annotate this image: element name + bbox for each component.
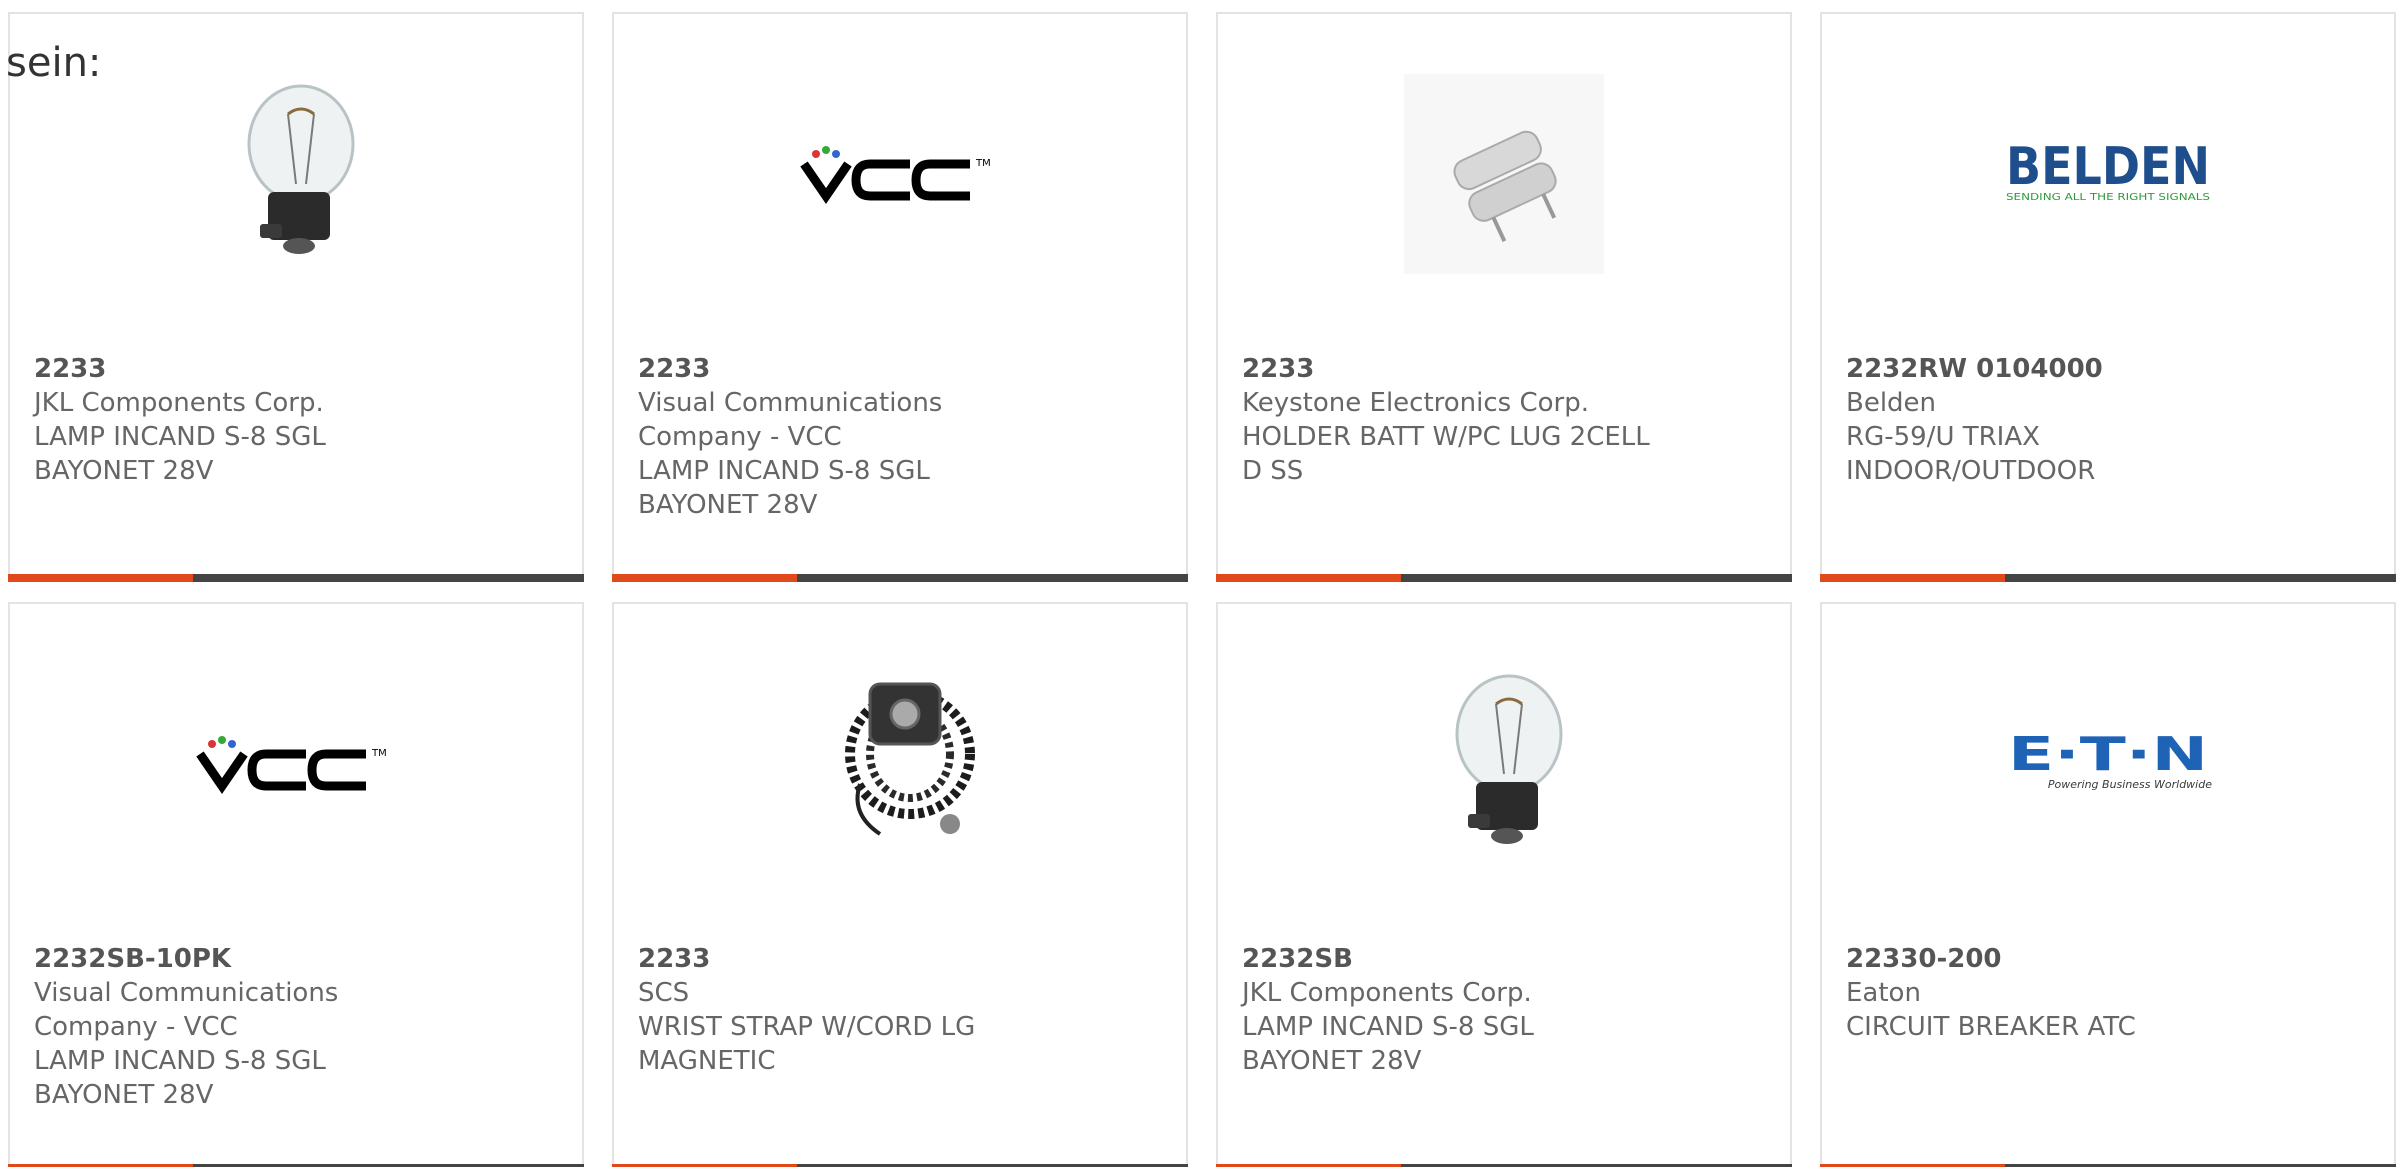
eaton-logo-icon: E·T·N Powering Business Worldwide [2008,727,2212,791]
card-bar-accent [1820,574,2005,582]
manufacturer: JKL Components Corp. [34,388,324,418]
page: sein: 2233 JKL Components Corp. LAMP INC… [0,0,2400,1167]
svg-text:TM: TM [975,158,991,169]
card-bar-accent [1216,574,1401,582]
product-card[interactable]: E·T·N Powering Business Worldwide 22330-… [1820,602,2396,1167]
part-number[interactable]: 2232SB [1242,942,1662,976]
product-image: TM [10,664,582,864]
part-number[interactable]: 2233 [638,352,1058,386]
product-image: E·T·N Powering Business Worldwide [1822,664,2394,864]
description: LAMP INCAND S-8 SGL BAYONET 28V [1242,1012,1534,1076]
product-image [614,664,1186,864]
product-image: TM [614,74,1186,274]
product-info: 2233 Keystone Electronics Corp. HOLDER B… [1242,352,1662,488]
product-card[interactable]: 2233 JKL Components Corp. LAMP INCAND S-… [8,12,584,582]
intro-text: sein: [6,40,102,86]
manufacturer: JKL Components Corp. [1242,978,1532,1008]
part-number[interactable]: 2232SB-10PK [34,942,454,976]
product-info: 22330-200 Eaton CIRCUIT BREAKER ATC [1846,942,2266,1044]
belden-logo-tagline: SENDING ALL THE RIGHT SIGNALS [2006,192,2210,203]
manufacturer: Keystone Electronics Corp. [1242,388,1590,418]
wrist-strap-icon [845,682,975,836]
belden-logo-icon: BELDEN SENDING ALL THE RIGHT SIGNALS [2006,137,2210,203]
product-card[interactable]: BELDEN SENDING ALL THE RIGHT SIGNALS 223… [1820,12,2396,582]
lamp-bulb-icon [247,84,355,254]
description: LAMP INCAND S-8 SGL BAYONET 28V [638,456,930,520]
product-card[interactable]: 2233 Keystone Electronics Corp. HOLDER B… [1216,12,1792,582]
eaton-logo-tagline: Powering Business Worldwide [2048,778,2212,791]
part-number[interactable]: 2233 [1242,352,1662,386]
description: LAMP INCAND S-8 SGL BAYONET 28V [34,422,326,486]
eaton-logo-name: E·T·N [2008,727,2208,781]
card-bar [8,574,584,582]
vcc-logo-icon: TM [800,146,991,204]
card-bar [1820,574,2396,582]
product-info: 2232SB-10PK Visual Communications Compan… [34,942,454,1112]
description: HOLDER BATT W/PC LUG 2CELL D SS [1242,422,1650,486]
product-card[interactable]: TM 2233 Visual Communications Company - … [612,12,1188,582]
manufacturer: Belden [1846,388,1937,418]
manufacturer: Visual Communications Company - VCC [34,978,339,1042]
product-info: 2233 SCS WRIST STRAP W/CORD LG MAGNETIC [638,942,1058,1078]
card-bar [612,574,1188,582]
product-card[interactable]: 2232SB JKL Components Corp. LAMP INCAND … [1216,602,1792,1167]
description: CIRCUIT BREAKER ATC [1846,1012,2136,1042]
description: LAMP INCAND S-8 SGL BAYONET 28V [34,1046,326,1110]
product-info: 2232SB JKL Components Corp. LAMP INCAND … [1242,942,1662,1078]
description: RG-59/U TRIAX INDOOR/OUTDOOR [1846,422,2096,486]
belden-logo-name: BELDEN [2006,137,2210,197]
battery-holder-icon [1404,74,1604,274]
part-number[interactable]: 22330-200 [1846,942,2266,976]
part-number[interactable]: 2232RW 0104000 [1846,352,2266,386]
manufacturer: SCS [638,978,690,1008]
product-image [1218,664,1790,864]
product-image [10,74,582,274]
card-bar-accent [8,574,193,582]
vcc-logo-icon: TM [196,736,387,794]
svg-text:TM: TM [371,748,387,759]
product-image [1218,74,1790,274]
product-info: 2233 Visual Communications Company - VCC… [638,352,1058,522]
manufacturer: Eaton [1846,978,1921,1008]
description: WRIST STRAP W/CORD LG MAGNETIC [638,1012,976,1076]
product-card[interactable]: 2233 SCS WRIST STRAP W/CORD LG MAGNETIC [612,602,1188,1167]
manufacturer: Visual Communications Company - VCC [638,388,943,452]
product-card[interactable]: TM 2232SB-10PK Visual Communications Com… [8,602,584,1167]
lamp-bulb-icon [1455,674,1563,844]
card-bar-accent [612,574,797,582]
card-bar [1216,574,1792,582]
product-image: BELDEN SENDING ALL THE RIGHT SIGNALS [1822,74,2394,274]
part-number[interactable]: 2233 [34,352,454,386]
part-number[interactable]: 2233 [638,942,1058,976]
product-info: 2232RW 0104000 Belden RG-59/U TRIAX INDO… [1846,352,2266,488]
product-info: 2233 JKL Components Corp. LAMP INCAND S-… [34,352,454,488]
